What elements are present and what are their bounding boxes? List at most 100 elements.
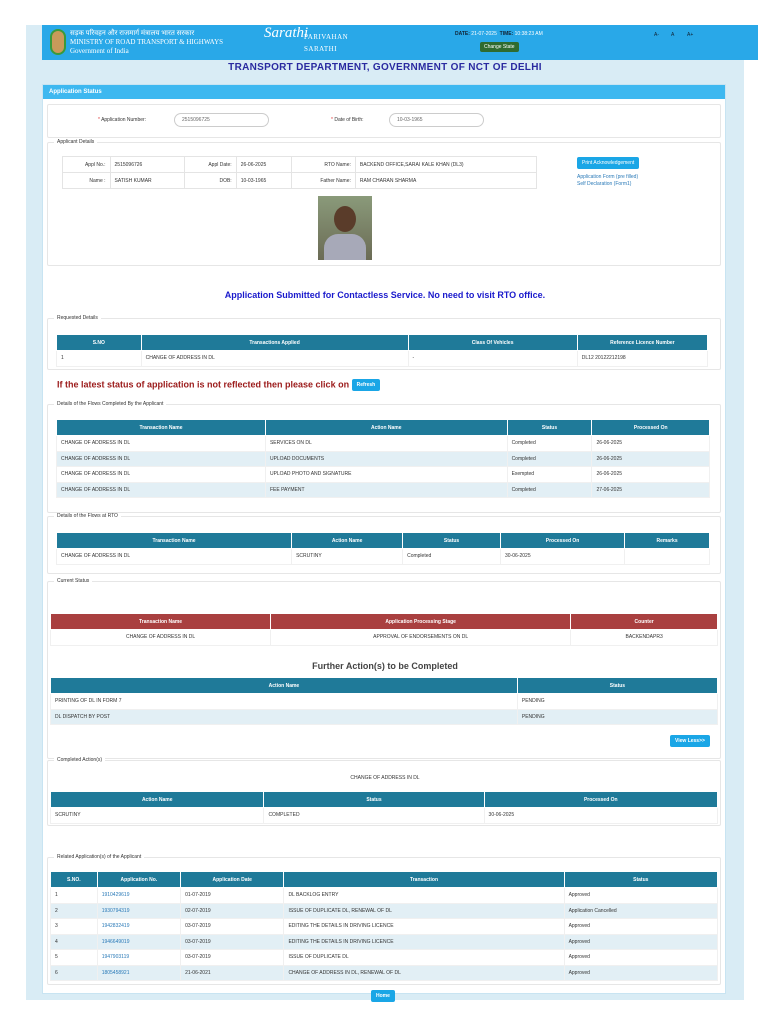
table-cell <box>624 548 710 565</box>
table-cell: CHANGE OF ADDRESS IN DL <box>56 450 266 467</box>
table-cell: 21-06-2021 <box>180 964 285 981</box>
column-header: Transaction Name <box>49 613 272 630</box>
table-cell: SERVICES ON DL <box>264 435 508 452</box>
table-cell: CHANGE OF ADDRESS IN DL <box>56 466 266 483</box>
application-link[interactable]: 1946649019 <box>102 939 130 945</box>
column-header: S.NO <box>56 334 142 351</box>
column-header: Transactions Applied <box>140 334 409 351</box>
label: Father Name: <box>291 172 356 189</box>
table-cell: 1930794319 <box>96 902 182 919</box>
panel-title: Application Status <box>43 85 725 99</box>
table-row: 6 1805458921 21-06-2021 CHANGE OF ADDRESS I… <box>50 964 719 981</box>
requested-legend: Requested Details <box>54 315 101 321</box>
table-cell: CHANGE OF ADDRESS IN DL <box>55 548 293 565</box>
page: सड़क परिवहन और राजमार्ग मंत्रालय भारत सर… <box>26 25 758 1002</box>
table-cell: - <box>407 350 578 367</box>
column-header: Status <box>263 791 485 808</box>
contactless-message: Application Submitted for Contactless Se… <box>224 290 546 300</box>
table-header-row: Action Name Status <box>50 677 719 694</box>
application-link[interactable]: 1910429619 <box>102 892 130 898</box>
print-acknowledgement-button[interactable]: Print Acknowledgement <box>577 157 640 169</box>
application-link[interactable]: 1930794319 <box>102 908 130 914</box>
government-name: Government of India <box>70 47 129 55</box>
table-row: PRINTING OF DL IN FORM 7 PENDING <box>50 693 719 710</box>
flows-applicant: Details of the Flows Completed By the Ap… <box>47 401 721 513</box>
table-cell: 03-07-2019 <box>180 949 285 966</box>
table-cell: APPROVAL OF ENDORSEMENTS ON DL <box>270 629 572 646</box>
time-label: TIME: <box>499 31 514 37</box>
table-cell: UPLOAD DOCUMENTS <box>264 450 508 467</box>
home-button[interactable]: Home <box>371 990 395 1002</box>
applicant-legend: Applicant Details <box>54 139 98 145</box>
view-less-button[interactable]: View Less>> <box>670 735 710 747</box>
font-decrease-button[interactable]: A- <box>654 32 659 38</box>
table-row: CHANGE OF ADDRESS IN DL SCRUTINY Completed… <box>55 548 710 565</box>
font-normal-button[interactable]: A <box>671 32 674 38</box>
completed-transaction: CHANGE OF ADDRESS IN DL <box>350 775 420 781</box>
change-state-button[interactable]: Change State <box>480 42 519 52</box>
site-header: सड़क परिवहन और राजमार्ग मंत्रालय भारत सर… <box>42 25 758 60</box>
table-cell: UPLOAD PHOTO AND SIGNATURE <box>264 466 508 483</box>
table-cell: EDITING THE DETAILS IN DRIVING LICENCE <box>283 933 565 950</box>
column-header: Reference Licence Number <box>576 334 709 351</box>
related-legend: Related Application(s) of the Applicant <box>54 854 145 860</box>
label: Appl No.: <box>62 156 111 173</box>
column-header: Status <box>506 419 593 436</box>
self-declaration-link[interactable]: Self Declaration (Form1) <box>577 181 631 187</box>
application-status-panel: Application Status * Application Number:… <box>42 84 726 1002</box>
table-header-row: S.NO. Application No. Application Date Tran… <box>50 871 719 888</box>
application-link[interactable]: 1942832419 <box>102 923 130 929</box>
requested-table: S.NO Transactions Applied Class Of Vehicle… <box>56 334 709 367</box>
national-emblem-icon <box>50 29 66 55</box>
table-cell: 26-06-2025 <box>591 450 710 467</box>
column-header: Transaction <box>283 871 565 888</box>
table-cell: Completed <box>402 548 502 565</box>
table-cell: Approved <box>563 949 719 966</box>
table-row: DL DISPATCH BY POST PENDING <box>50 708 719 725</box>
font-increase-button[interactable]: A+ <box>687 32 693 38</box>
table-cell: 1946649019 <box>96 933 182 950</box>
table-cell: SCRUTINY <box>49 807 265 824</box>
column-header: Transaction Name <box>56 419 266 436</box>
table-cell: Exempted <box>506 466 593 483</box>
table-cell: CHANGE OF ADDRESS IN DL <box>56 435 266 452</box>
table-cell: Approved <box>563 918 719 935</box>
label: Name : <box>62 172 111 189</box>
table-cell: 1947903119 <box>96 949 182 966</box>
application-number-input[interactable] <box>174 113 269 127</box>
dob-input[interactable] <box>389 113 484 127</box>
date-label: DATE: <box>455 31 470 37</box>
table-row: CHANGE OF ADDRESS IN DL UPLOAD DOCUMENTS C… <box>56 450 710 467</box>
ministry-name: MINISTRY OF ROAD TRANSPORT & HIGHWAYS <box>70 38 224 46</box>
table-header-row: Action Name Status Processed On <box>49 791 719 808</box>
application-form-link[interactable]: Application Form (pre filled) <box>577 174 638 180</box>
application-link[interactable]: 1805458921 <box>102 970 130 976</box>
table-row: 1 CHANGE OF ADDRESS IN DL - DL12 2012221219… <box>56 350 709 367</box>
search-form: * Application Number: * Date of Birth: <box>47 104 721 138</box>
table-cell: 01-07-2019 <box>180 887 285 904</box>
table-cell: Completed <box>506 481 593 498</box>
table-cell: Completed <box>506 450 593 467</box>
table-cell: 1805458921 <box>96 964 182 981</box>
application-link[interactable]: 1947903119 <box>102 954 129 960</box>
current-status-table: Transaction Name Application Processing S… <box>49 613 718 646</box>
father-name: RAM CHARAN SHARMA <box>354 172 538 189</box>
applicant-details: Applicant Details Appl No.: 2515096726 App… <box>47 139 721 266</box>
table-header-row: S.NO Transactions Applied Class Of Vehicle… <box>56 334 709 351</box>
table-header-row: Transaction Name Application Processing S… <box>49 613 718 630</box>
column-header: Transaction Name <box>55 532 293 549</box>
table-cell: Application Cancelled <box>563 902 719 919</box>
refresh-button[interactable]: Refresh <box>351 379 381 391</box>
column-header: Status <box>516 677 719 694</box>
completed-legend: Completed Action(s) <box>54 757 106 763</box>
table-row: 3 1942832419 03-07-2019 EDITING THE DETAILS… <box>50 918 719 935</box>
ministry-block: सड़क परिवहन और राजमार्ग मंत्रालय भारत सर… <box>70 29 223 56</box>
table-row: CHANGE OF ADDRESS IN DL SERVICES ON DL Com… <box>56 435 710 452</box>
rto-name: BACKEND OFFICE,SARAI KALE KHAN (DL3) <box>354 156 538 173</box>
table-cell: Approved <box>563 887 719 904</box>
table-cell: EDITING THE DETAILS IN DRIVING LICENCE <box>283 918 565 935</box>
column-header: Status <box>563 871 719 888</box>
table-cell: 30-06-2025 <box>500 548 626 565</box>
table-cell: DL DISPATCH BY POST <box>50 708 518 725</box>
column-header: Action Name <box>50 677 518 694</box>
